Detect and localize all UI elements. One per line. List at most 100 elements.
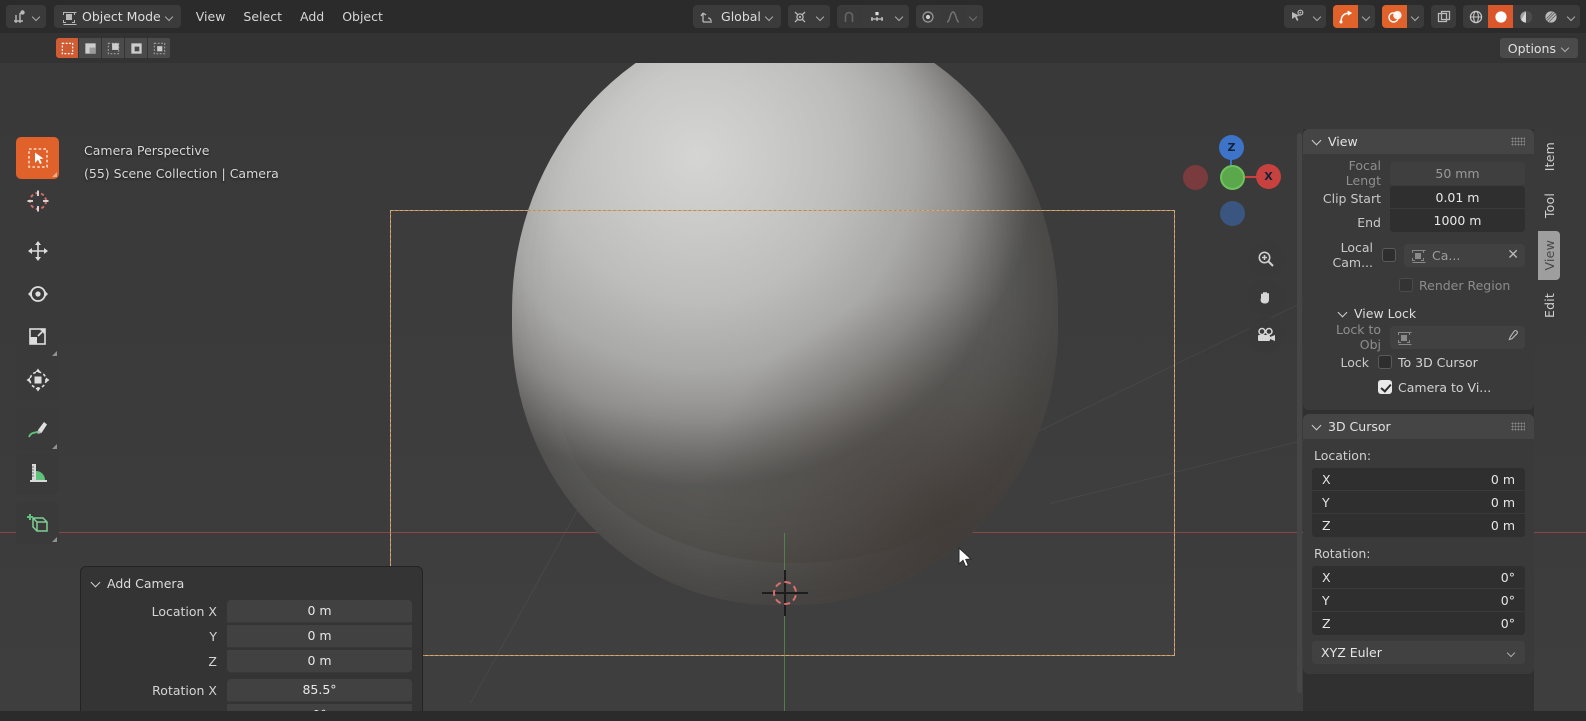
close-icon[interactable]: ✕ [1507,248,1519,262]
rotate-tool[interactable] [16,273,59,315]
lock-to-3d-cursor-checkbox[interactable] [1378,355,1392,369]
editor-type-group[interactable] [6,5,46,28]
3d-viewport[interactable]: Camera Perspective (55) Scene Collection… [0,63,1586,711]
menu-add[interactable]: Add [291,5,333,28]
toolbar[interactable] [16,137,59,545]
cursor-rotation-x-input[interactable]: X 0° [1312,566,1525,589]
pivot-point-button[interactable] [787,5,813,28]
options-button[interactable]: Options [1499,38,1578,58]
show-gizmo-button[interactable] [1284,5,1309,28]
select-mode-invert[interactable] [125,38,148,58]
gizmo-toggle-button[interactable] [1333,5,1358,28]
lock-to-object-row[interactable]: Lock to Obj [1312,322,1525,352]
cursor-rotation-z-input[interactable]: Z 0° [1312,612,1525,635]
location-y-input[interactable]: 0 m [227,624,412,648]
select-mode-extend[interactable] [79,38,102,58]
shading-dropdown[interactable] [1563,5,1580,28]
operator-field-row[interactable]: Z 0 m [91,649,412,673]
rotation-mode-dropdown[interactable]: XYZ Euler [1312,641,1525,664]
panel-drag-grip[interactable] [1511,137,1525,146]
overlays-dropdown[interactable] [1407,5,1424,28]
zoom-icon[interactable] [1248,241,1284,277]
panel-drag-grip[interactable] [1511,422,1525,431]
gizmo-group[interactable] [1333,5,1375,28]
scale-tool[interactable] [16,316,59,358]
sidebar-tabs[interactable]: Item Tool View Edit [1538,133,1560,331]
object-mode-button[interactable]: Object Mode [54,5,181,28]
clip-end-input[interactable]: 1000 m [1390,209,1525,232]
gizmo-axis-z-negative[interactable] [1220,201,1245,226]
camera-to-view-checkbox[interactable] [1378,380,1392,394]
render-region-row[interactable]: Render Region [1312,273,1525,297]
menu-view[interactable]: View [187,5,235,28]
cursor-location-z-input[interactable]: Z 0 m [1312,514,1525,537]
cursor-rotation-y-input[interactable]: Y 0° [1312,589,1525,612]
sidebar-tab-view[interactable]: View [1538,231,1560,280]
navigation-gizmo[interactable]: Z X [1178,135,1288,245]
operator-field-row[interactable]: Rotation X 85.5° [91,678,412,702]
select-mode-intersect[interactable] [148,38,171,58]
lock-to-object-field[interactable] [1390,325,1525,349]
proportional-falloff-dropdown[interactable] [965,5,983,28]
focal-length-row[interactable]: Focal Lengt 50 mm [1312,158,1525,188]
move-tool[interactable] [16,230,59,272]
location-z-input[interactable]: 0 m [227,649,412,673]
sidebar-scrollbar[interactable] [1297,133,1302,693]
snap-magnet-button[interactable] [836,5,862,28]
wireframe-shading-button[interactable] [1463,5,1488,28]
rotation-y-input[interactable]: 0° [227,703,412,711]
xray-group[interactable] [1431,5,1456,28]
sidebar-tab-tool[interactable]: Tool [1538,184,1560,228]
proportional-editing-group[interactable] [915,5,983,28]
gizmo-axis-x-positive[interactable]: X [1256,164,1281,189]
transform-orientation-button[interactable]: Global [693,5,781,28]
proportional-edit-button[interactable] [915,5,941,28]
camera-view-icon[interactable] [1248,317,1284,353]
operator-panel-header[interactable]: Add Camera [81,573,422,599]
eyedropper-icon[interactable] [1505,329,1519,345]
shading-modes-group[interactable] [1463,5,1580,28]
operator-field-row[interactable]: Location X 0 m [91,599,412,623]
overlays-toggle-button[interactable] [1382,5,1407,28]
gizmo-axis-x-negative[interactable] [1183,165,1208,190]
transform-tool[interactable] [16,359,59,401]
material-preview-shading-button[interactable] [1513,5,1538,28]
gizmo-axis-y-positive[interactable] [1220,165,1245,190]
lock-to-3d-cursor-row[interactable]: Lock To 3D Cursor [1312,350,1525,374]
solid-shading-button[interactable] [1488,5,1513,28]
location-x-input[interactable]: 0 m [227,599,412,623]
3d-cursor[interactable] [762,570,808,616]
select-mode-subtract[interactable] [102,38,125,58]
rotation-x-input[interactable]: 85.5° [227,678,412,702]
overlays-group[interactable] [1382,5,1424,28]
annotate-tool[interactable] [16,409,59,451]
sidebar-tab-edit[interactable]: Edit [1538,283,1560,327]
mode-selector-group[interactable]: Object Mode [54,5,181,28]
rendered-shading-button[interactable] [1538,5,1563,28]
camera-to-view-row[interactable]: Camera to Vi... [1312,375,1525,399]
visibility-dropdown[interactable] [1309,5,1326,28]
proportional-falloff-button[interactable] [940,5,966,28]
gizmo-dropdown[interactable] [1358,5,1375,28]
visibility-group[interactable] [1284,5,1326,28]
menu-object[interactable]: Object [333,5,392,28]
add-cube-tool[interactable] [16,502,59,544]
local-camera-checkbox[interactable] [1382,248,1396,262]
view-panel-header[interactable]: View [1303,129,1534,154]
transform-orientation-group[interactable]: Global [693,5,781,28]
sidebar-tab-item[interactable]: Item [1538,133,1560,181]
snapping-group[interactable] [836,5,909,28]
3d-cursor-panel-header[interactable]: 3D Cursor [1303,414,1534,439]
editor-type-button[interactable] [6,5,46,28]
menu-select[interactable]: Select [234,5,291,28]
pivot-point-dropdown[interactable] [812,5,830,28]
clip-start-input[interactable]: 0.01 m [1390,186,1525,209]
viewport-nav-buttons[interactable] [1248,241,1286,355]
gizmo-axis-z-positive[interactable]: Z [1219,135,1244,160]
focal-length-input[interactable]: 50 mm [1390,161,1525,185]
cursor-tool[interactable] [16,180,59,222]
snap-dropdown[interactable] [891,5,909,28]
select-mode-group[interactable] [56,38,171,58]
measure-tool[interactable] [16,452,59,494]
tweak-select-box-tool[interactable] [16,137,59,179]
